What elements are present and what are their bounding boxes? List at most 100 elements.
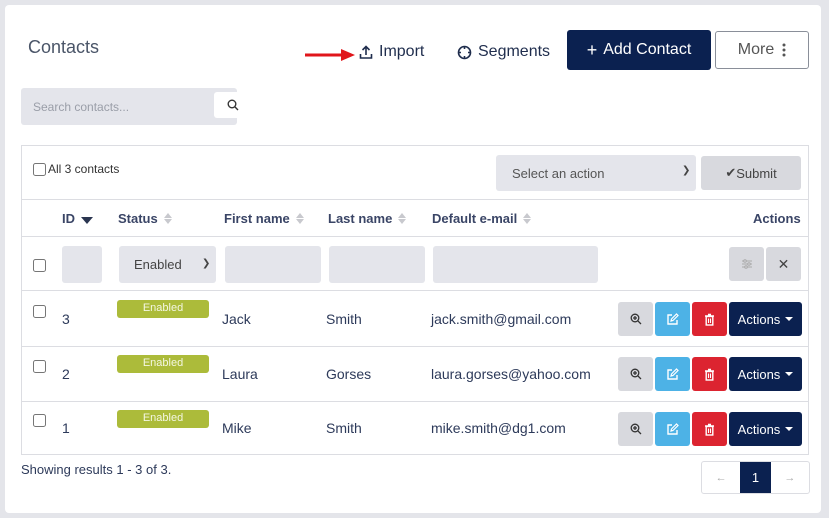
clear-filters-button[interactable]: ✕ — [766, 247, 801, 281]
sort-icon — [163, 213, 172, 224]
row-first-name: Jack — [222, 311, 251, 327]
view-button[interactable] — [618, 302, 653, 336]
row-last-name: Gorses — [326, 366, 372, 382]
row-actions-dropdown[interactable]: Actions — [729, 302, 802, 336]
trash-icon — [705, 423, 714, 436]
delete-button[interactable] — [692, 357, 727, 391]
status-badge: Enabled — [117, 300, 209, 318]
column-header-email[interactable]: Default e-mail — [432, 211, 532, 226]
edit-button[interactable] — [655, 412, 690, 446]
search-icon — [227, 99, 238, 111]
table-header: ID Status First name Last name Default e… — [22, 201, 808, 237]
email-filter-input[interactable] — [433, 246, 598, 283]
edit-icon — [667, 367, 679, 380]
caret-down-icon — [785, 317, 794, 321]
table-row: 1 Enabled Mike Smith mike.smith@dg1.com … — [22, 402, 808, 457]
column-header-last-name[interactable]: Last name — [328, 211, 407, 226]
row-email: jack.smith@gmail.com — [431, 311, 572, 327]
row-first-name: Laura — [222, 366, 258, 382]
trash-icon — [705, 313, 714, 326]
zoom-in-icon — [630, 368, 641, 380]
more-button[interactable]: More — [715, 31, 809, 69]
close-icon: ✕ — [777, 255, 790, 272]
row-email: mike.smith@dg1.com — [431, 420, 566, 436]
zoom-in-icon — [630, 313, 641, 325]
row-first-name: Mike — [222, 420, 252, 436]
row-checkbox[interactable] — [33, 414, 46, 427]
page-button-current[interactable]: 1 — [740, 462, 771, 493]
status-filter-select[interactable]: Enabled — [119, 246, 216, 283]
id-filter-input[interactable] — [62, 246, 102, 283]
delete-button[interactable] — [692, 302, 727, 336]
next-page-button[interactable]: → — [771, 462, 809, 493]
zoom-in-icon — [630, 423, 641, 435]
sliders-icon — [741, 259, 752, 269]
search-button[interactable] — [214, 92, 251, 118]
select-all-checkbox[interactable] — [33, 162, 46, 176]
view-button[interactable] — [618, 357, 653, 391]
page-title: Contacts — [28, 37, 100, 57]
plus-icon: + — [586, 40, 598, 60]
filter-settings-button[interactable] — [729, 247, 764, 281]
search-input[interactable] — [21, 88, 191, 125]
submit-label: Submit — [736, 165, 777, 181]
sort-icon — [398, 213, 407, 224]
row-checkbox[interactable] — [33, 360, 46, 373]
add-contact-label: Add Contact — [603, 41, 692, 58]
check-icon: ✔ — [725, 165, 737, 180]
prev-page-button[interactable]: ← — [702, 462, 740, 493]
view-button[interactable] — [618, 412, 653, 446]
segments-button[interactable]: Segments — [457, 43, 550, 61]
first-name-filter-input[interactable] — [225, 246, 321, 283]
select-all[interactable]: All 3 contacts — [33, 162, 119, 176]
row-last-name: Smith — [326, 420, 362, 436]
row-email: laura.gorses@yahoo.com — [431, 366, 591, 382]
contacts-table: All 3 contacts Select an action ❯ ✔ Subm… — [21, 145, 809, 455]
bulk-action-select[interactable]: Select an action — [496, 155, 696, 191]
upload-icon — [359, 44, 373, 59]
sort-icon — [523, 213, 532, 224]
select-all-label: All 3 contacts — [48, 162, 120, 176]
edit-icon — [667, 312, 679, 325]
row-actions-dropdown[interactable]: Actions — [729, 412, 802, 446]
crosshair-icon — [457, 45, 472, 59]
import-button[interactable]: Import — [359, 43, 424, 61]
submit-button[interactable]: ✔ Submit — [701, 156, 801, 190]
caret-down-icon — [785, 427, 794, 431]
add-contact-button[interactable]: + Add Contact — [567, 30, 711, 70]
row-id: 3 — [62, 311, 70, 327]
kebab-icon — [782, 43, 786, 57]
caret-down-icon — [785, 372, 794, 376]
row-last-name: Smith — [326, 311, 362, 327]
edit-button[interactable] — [655, 302, 690, 336]
filter-row: Enabled ❯ ✕ — [22, 238, 808, 291]
pagination: ← 1 → — [701, 461, 810, 494]
column-header-status[interactable]: Status — [118, 211, 172, 226]
status-badge: Enabled — [117, 355, 209, 373]
column-header-actions: Actions — [753, 211, 801, 226]
row-actions-dropdown[interactable]: Actions — [729, 357, 802, 391]
trash-icon — [705, 368, 714, 381]
segments-label: Segments — [478, 43, 551, 60]
edit-button[interactable] — [655, 357, 690, 391]
row-id: 1 — [62, 420, 70, 436]
edit-icon — [667, 422, 679, 435]
table-row: 2 Enabled Laura Gorses laura.gorses@yaho… — [22, 347, 808, 402]
more-label: More — [737, 41, 775, 58]
sort-desc-icon — [81, 216, 93, 224]
search-bar — [21, 88, 251, 125]
row-checkbox[interactable] — [33, 305, 46, 318]
filter-row-checkbox[interactable] — [33, 259, 46, 272]
column-header-first-name[interactable]: First name — [224, 211, 304, 226]
delete-button[interactable] — [692, 412, 727, 446]
table-row: 3 Enabled Jack Smith jack.smith@gmail.co… — [22, 292, 808, 347]
column-header-id[interactable]: ID — [62, 211, 93, 226]
bulk-action-bar: All 3 contacts Select an action ❯ ✔ Subm… — [22, 146, 808, 200]
annotation-arrow-icon — [305, 49, 355, 61]
status-badge: Enabled — [117, 410, 209, 428]
import-label: Import — [379, 43, 425, 60]
last-name-filter-input[interactable] — [329, 246, 425, 283]
results-summary: Showing results 1 - 3 of 3. — [21, 462, 172, 477]
sort-icon — [295, 213, 304, 224]
row-id: 2 — [62, 366, 70, 382]
